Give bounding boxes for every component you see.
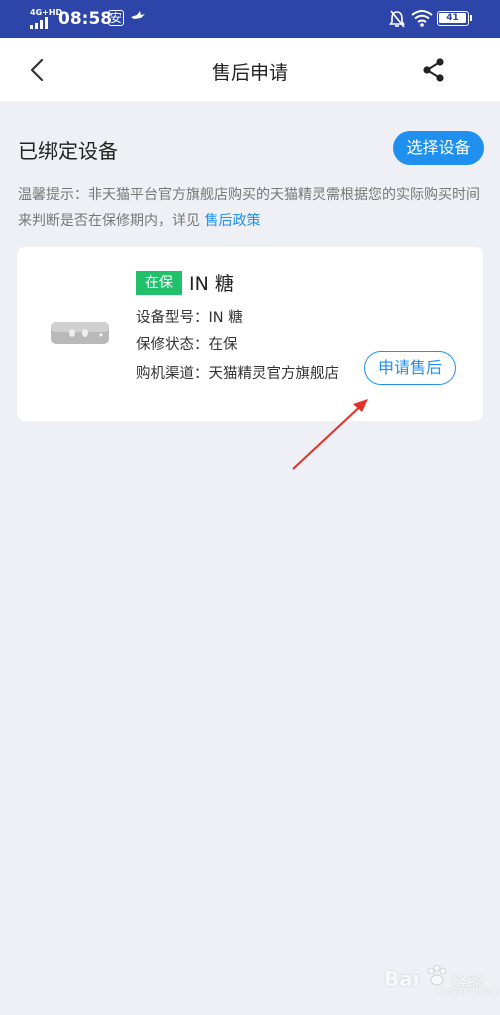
warm-tip: 温馨提示：非天猫平台官方旗舰店购买的天猫精灵需根据您的实际购买时间来判断是否在保… <box>18 182 490 234</box>
watermark-brand: Bai <box>384 967 420 991</box>
paw-icon <box>427 965 447 986</box>
warranty-value: 在保 <box>208 337 238 353</box>
warranty-label: 保修状态： <box>136 337 209 353</box>
share-icon[interactable] <box>420 56 448 84</box>
status-time: 08:58 <box>58 9 113 29</box>
app-notification-icon: 安 <box>108 10 125 26</box>
warranty-badge: 在保 <box>136 271 182 295</box>
device-card: 在保 IN 糖 设备型号：IN 糖 保修状态：在保 购机渠道：天猫精灵官方旗舰店… <box>17 247 483 421</box>
device-name: IN 糖 <box>189 273 234 295</box>
select-device-button[interactable]: 选择设备 <box>393 131 484 165</box>
watermark-url: jingyan.baidu.com <box>436 987 500 997</box>
mute-bell-icon <box>389 10 405 28</box>
battery-tip <box>470 15 472 21</box>
baidu-watermark: Bai 经验 jingyan.baidu.com <box>384 965 500 1005</box>
navigation-header: 售后申请 <box>0 38 500 101</box>
channel-label: 购机渠道： <box>136 366 209 382</box>
battery-icon: 41 <box>437 11 469 26</box>
after-sales-policy-link[interactable]: 售后政策 <box>204 213 260 229</box>
wifi-icon <box>411 10 433 27</box>
apply-after-sales-button[interactable]: 申请售后 <box>364 351 456 385</box>
model-label: 设备型号： <box>136 310 209 326</box>
warranty-status-row: 保修状态：在保 <box>136 333 238 354</box>
purchase-channel-row: 购机渠道：天猫精灵官方旗舰店 <box>136 362 339 383</box>
battery-level: 41 <box>439 13 466 23</box>
status-bar: 4G+HD 08:58 安 41 <box>0 0 500 38</box>
device-image <box>51 322 109 344</box>
signal-icon <box>30 17 50 29</box>
bird-icon <box>131 11 145 19</box>
model-value: IN 糖 <box>208 310 243 326</box>
bound-devices-title: 已绑定设备 <box>18 139 118 163</box>
device-model-row: 设备型号：IN 糖 <box>136 306 243 327</box>
channel-value: 天猫精灵官方旗舰店 <box>208 366 340 382</box>
